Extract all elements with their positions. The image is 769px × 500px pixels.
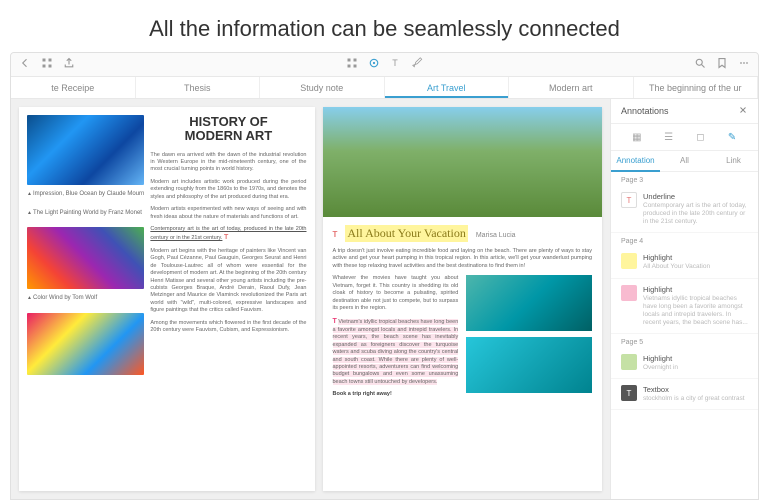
- textbox-swatch-icon: T: [621, 385, 637, 401]
- side-image-1: [466, 275, 592, 331]
- grid-view-icon[interactable]: ▦: [630, 130, 644, 144]
- bookmark-icon[interactable]: [716, 57, 728, 72]
- tab-modern-art[interactable]: Modern art: [509, 77, 634, 98]
- page-left: Impression, Blue Ocean by Claude Mourn T…: [19, 107, 315, 491]
- caption-3: Color Wind by Tom Wolf: [27, 295, 144, 302]
- main-area: Impression, Blue Ocean by Claude Mourn T…: [11, 99, 758, 499]
- paragraph: Whatever the movies have taught you abou…: [333, 275, 459, 312]
- more-icon[interactable]: [738, 57, 750, 72]
- annotation-item[interactable]: T UnderlineContemporary art is the art o…: [611, 186, 758, 233]
- annotation-preview: Vietnams idyllic tropical beaches have l…: [643, 295, 748, 328]
- annotation-type: Highlight: [643, 354, 748, 363]
- annotation-type: Textbox: [643, 385, 748, 394]
- annotations-panel: Annotations ▦ ☰ ◻ ✎ Annotation All Link …: [610, 99, 758, 499]
- page-right: T All About Your Vacation Marisa Lucia A…: [323, 107, 603, 491]
- author: Marisa Lucia: [476, 232, 516, 239]
- annotation-marker-icon: T: [333, 230, 338, 239]
- paragraph: The dawn era arrived with the dawn of th…: [150, 152, 306, 174]
- annotation-preview: Overnight in: [643, 364, 748, 372]
- annotation-item[interactable]: HighlightOvernight in: [611, 348, 758, 379]
- highlight-swatch-icon: [621, 253, 637, 269]
- back-icon[interactable]: [19, 57, 31, 72]
- share-icon[interactable]: [63, 57, 75, 72]
- annotation-item[interactable]: T Textboxstockholm is a city of great co…: [611, 379, 758, 410]
- filter-tabs: Annotation All Link: [611, 151, 758, 172]
- annotation-preview: Contemporary art is the art of today, pr…: [643, 202, 748, 226]
- highlighted-text: T Vietnam's idyllic tropical beaches hav…: [333, 317, 459, 386]
- hero-image: [323, 107, 603, 217]
- side-image-2: [466, 337, 592, 393]
- page-title: HISTORY OFMODERN ART: [150, 115, 306, 144]
- pen-icon[interactable]: [412, 57, 424, 72]
- highlight-swatch-icon: [621, 354, 637, 370]
- cta-text: Book a trip right away!: [333, 391, 459, 398]
- app-window: T te Receipe Thesis Study note Art Trave…: [10, 52, 759, 500]
- filter-annotation[interactable]: Annotation: [611, 151, 660, 172]
- close-icon[interactable]: [738, 105, 748, 117]
- tab-strip: te Receipe Thesis Study note Art Travel …: [11, 77, 758, 99]
- svg-text:T: T: [392, 58, 398, 68]
- annotation-item[interactable]: HighlightAll About Your Vacation: [611, 247, 758, 278]
- panel-title: Annotations: [621, 106, 669, 116]
- underlined-text: Contemporary art is the art of today, pr…: [150, 226, 306, 243]
- annotation-preview: All About Your Vacation: [643, 263, 748, 271]
- page-group-label: Page 5: [611, 334, 758, 348]
- caption-1: Impression, Blue Ocean by Claude Mourn: [27, 191, 144, 198]
- paragraph: Modern art begins with the heritage of p…: [150, 248, 306, 315]
- list-view-icon[interactable]: ☰: [662, 130, 676, 144]
- bookmark-view-icon[interactable]: ◻: [693, 130, 707, 144]
- underline-swatch-icon: T: [621, 192, 637, 208]
- artwork-image-3: [27, 313, 144, 375]
- annotation-list[interactable]: Page 3 T UnderlineContemporary art is th…: [611, 172, 758, 499]
- search-icon[interactable]: [694, 57, 706, 72]
- paragraph: Modern art includes artistic work produc…: [150, 179, 306, 201]
- annotation-type: Highlight: [643, 285, 748, 294]
- toolbar: T: [11, 53, 758, 77]
- highlight-swatch-icon: [621, 285, 637, 301]
- view-grid-icon[interactable]: [346, 57, 358, 72]
- paragraph: A trip doesn't just involve eating incre…: [333, 248, 593, 270]
- artwork-image-2: [27, 227, 144, 289]
- annotation-preview: stockholm is a city of great contrast: [643, 395, 748, 403]
- document-canvas[interactable]: Impression, Blue Ocean by Claude Mourn T…: [11, 99, 610, 499]
- tab-study-note[interactable]: Study note: [260, 77, 385, 98]
- tab-receipe[interactable]: te Receipe: [11, 77, 136, 98]
- annotation-view-icon[interactable]: ✎: [725, 130, 739, 144]
- tab-art-travel[interactable]: Art Travel: [385, 77, 510, 98]
- page-group-label: Page 4: [611, 233, 758, 247]
- text-tool-icon[interactable]: T: [390, 57, 402, 72]
- annotation-type: Highlight: [643, 253, 748, 262]
- filter-all[interactable]: All: [660, 151, 709, 172]
- annotation-item[interactable]: HighlightVietnams idyllic tropical beach…: [611, 279, 758, 335]
- page-group-label: Page 3: [611, 172, 758, 186]
- artwork-image-1: [27, 115, 144, 185]
- caption-2: The Light Painting World by Franz Monet: [27, 210, 144, 217]
- paragraph: Among the movements which flowered in th…: [150, 320, 306, 335]
- panel-view-modes: ▦ ☰ ◻ ✎: [611, 124, 758, 151]
- grid-icon[interactable]: [41, 57, 53, 72]
- paragraph: Modern artists experimented with new way…: [150, 206, 306, 221]
- tab-thesis[interactable]: Thesis: [136, 77, 261, 98]
- tab-beginning[interactable]: The beginning of the ur: [634, 77, 759, 98]
- promo-headline: All the information can be seamlessly co…: [0, 0, 769, 56]
- filter-link[interactable]: Link: [709, 151, 758, 172]
- target-icon[interactable]: [368, 57, 380, 72]
- vacation-title: All About Your Vacation: [345, 225, 467, 242]
- annotation-type: Underline: [643, 192, 748, 201]
